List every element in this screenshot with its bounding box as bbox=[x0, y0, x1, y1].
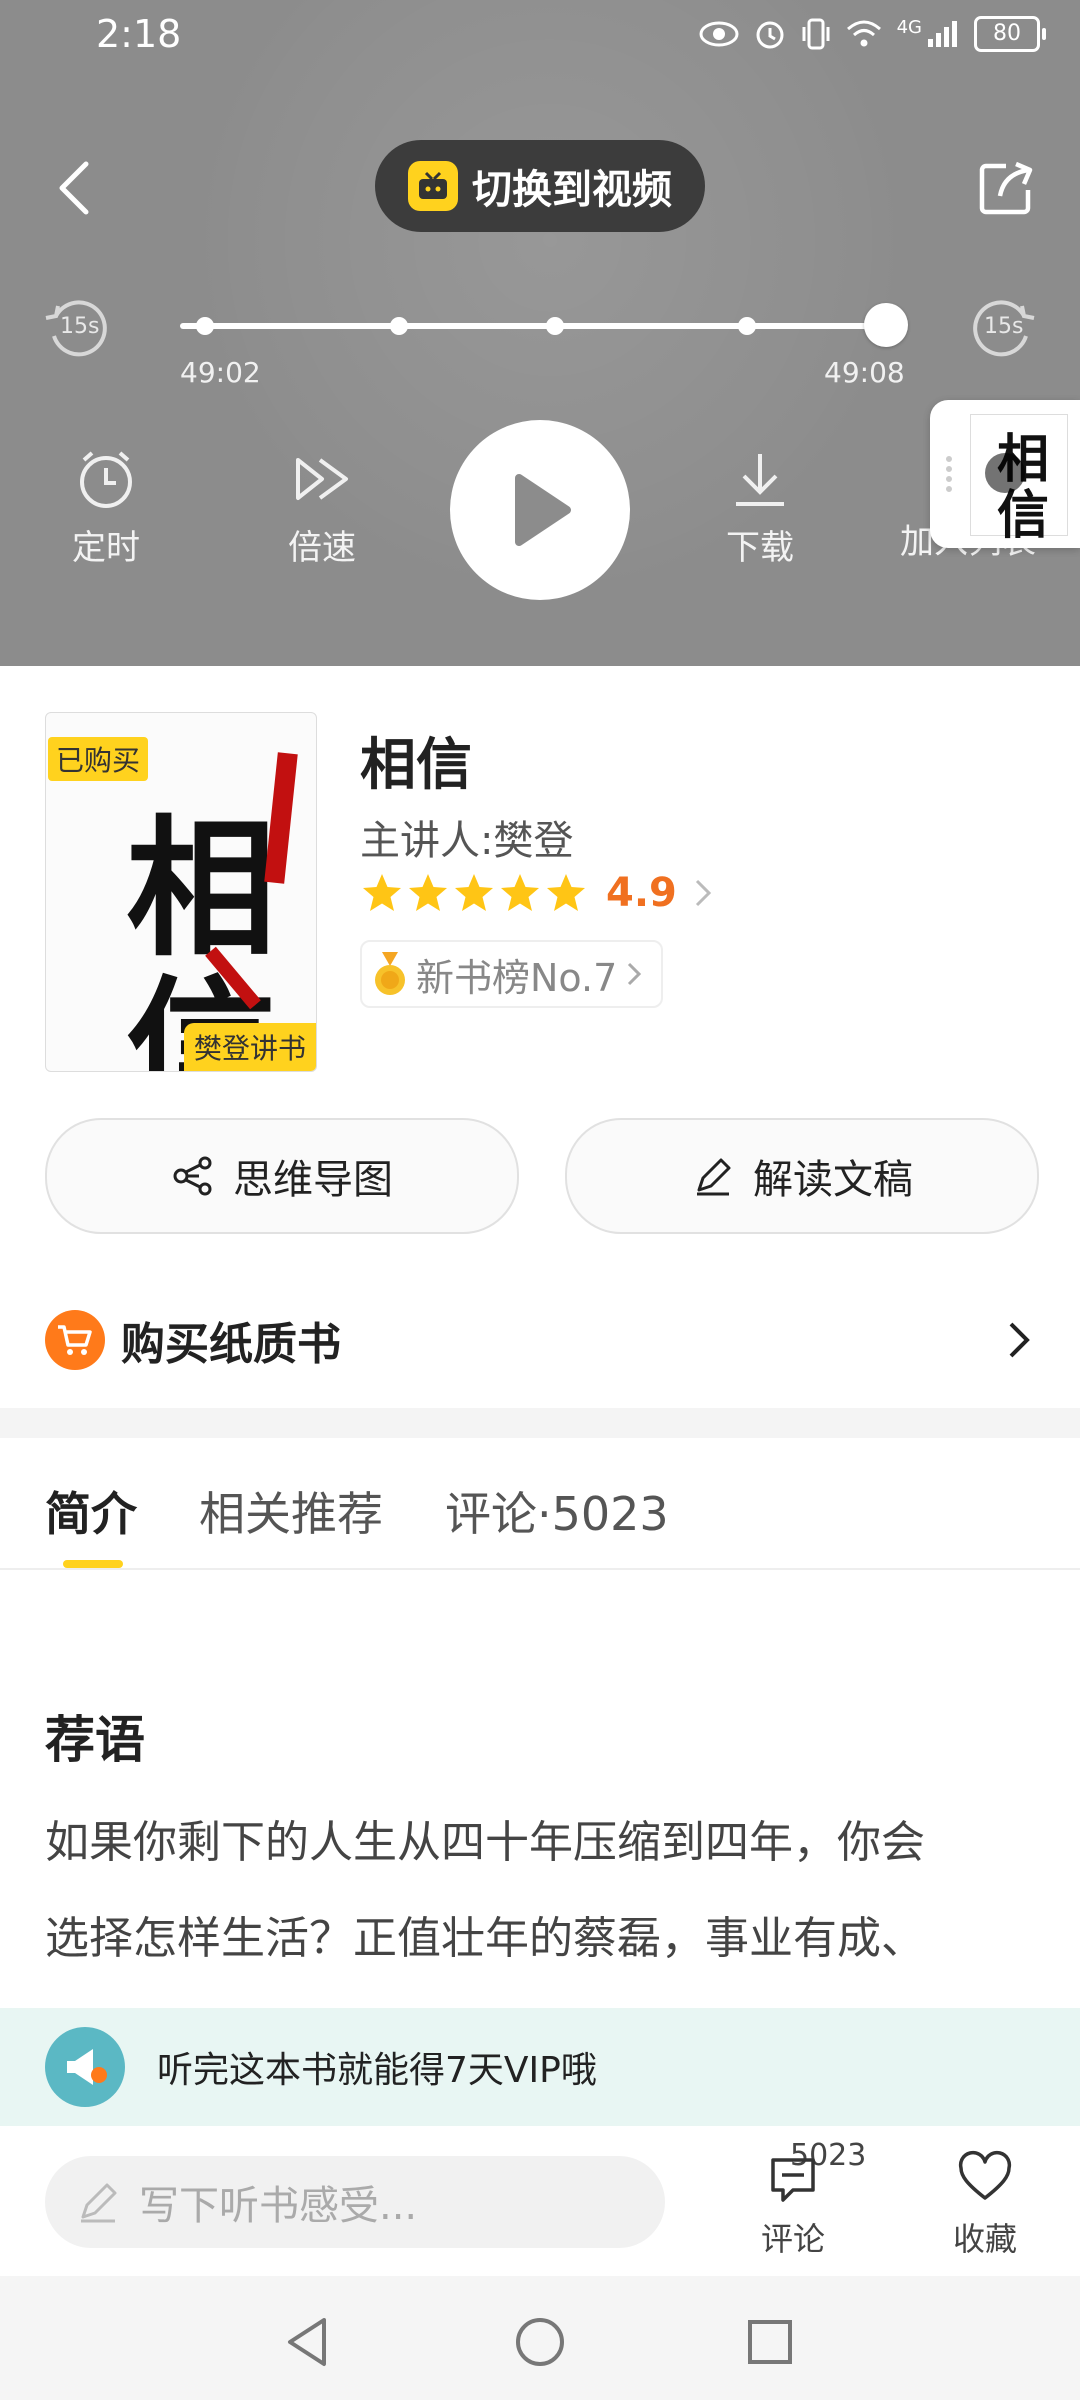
favorite-label: 收藏 bbox=[952, 2220, 1017, 2258]
play-icon bbox=[515, 474, 571, 546]
rating-row[interactable]: 4.9 bbox=[360, 870, 715, 916]
nav-back-icon[interactable] bbox=[284, 2316, 332, 2368]
vip-text: 听完这本书就能得7天VIP哦 bbox=[157, 2050, 597, 2091]
vibrate-icon bbox=[802, 18, 830, 50]
timer-button[interactable]: 定时 bbox=[36, 448, 176, 569]
alarm-clock-icon bbox=[80, 451, 132, 508]
download-button[interactable]: 下载 bbox=[690, 448, 830, 569]
back-icon[interactable] bbox=[54, 160, 94, 216]
wifi-icon bbox=[846, 20, 881, 47]
author-tag: 樊登讲书 bbox=[183, 1023, 316, 1071]
share-icon[interactable] bbox=[976, 158, 1036, 218]
progress-knob[interactable] bbox=[863, 303, 908, 347]
buy-paper-label: 购买纸质书 bbox=[121, 1319, 341, 1370]
transcript-button[interactable]: 解读文稿 bbox=[565, 1118, 1039, 1234]
alarm-icon bbox=[756, 21, 784, 49]
elapsed-time: 49:02 bbox=[180, 356, 261, 389]
mind-map-button[interactable]: 思维导图 bbox=[45, 1118, 519, 1234]
rating-value: 4.9 bbox=[606, 870, 677, 916]
favorite-button[interactable]: 收藏 bbox=[925, 2150, 1045, 2260]
tab-underline-divider bbox=[0, 1568, 1080, 1570]
switch-to-video-label: 切换到视频 bbox=[472, 167, 672, 213]
medal-icon bbox=[375, 952, 405, 995]
tab-recommendations[interactable]: 相关推荐 bbox=[199, 1478, 383, 1544]
mini-player[interactable]: 相 信 bbox=[930, 400, 1080, 548]
tab-comments[interactable]: 评论·5023 bbox=[445, 1478, 669, 1544]
progress-track[interactable] bbox=[180, 303, 908, 347]
book-speaker: 主讲人:樊登 bbox=[360, 818, 574, 864]
section-divider bbox=[0, 1408, 1080, 1438]
nav-recents-icon[interactable] bbox=[746, 2318, 794, 2366]
download-label: 下载 bbox=[726, 528, 794, 568]
cart-icon bbox=[45, 1310, 105, 1370]
status-icons: 4G 80 bbox=[699, 16, 1046, 52]
mind-map-label: 思维导图 bbox=[233, 1157, 393, 1203]
recommendation-title: 荐语 bbox=[45, 1711, 145, 1769]
chevron-right-icon bbox=[628, 962, 642, 986]
speed-label: 倍速 bbox=[288, 528, 356, 568]
rank-label: 新书榜No.7 bbox=[416, 955, 618, 1000]
timer-label: 定时 bbox=[72, 528, 140, 568]
network-type: 4G bbox=[896, 16, 922, 38]
heart-icon bbox=[958, 2150, 1012, 2200]
signal-icon bbox=[928, 21, 957, 47]
mini-cover: 相 信 bbox=[970, 414, 1068, 546]
battery-icon: 80 bbox=[974, 16, 1046, 52]
bought-tag: 已购买 bbox=[48, 737, 149, 781]
play-button[interactable] bbox=[450, 420, 630, 600]
drag-handle-icon[interactable] bbox=[946, 456, 958, 492]
comment-label: 评论 bbox=[760, 2220, 825, 2258]
chapter-marker bbox=[738, 317, 756, 335]
star-icon bbox=[363, 874, 401, 911]
download-icon bbox=[736, 454, 784, 506]
star-icon bbox=[501, 874, 539, 911]
buy-paper-book-row[interactable]: 购买纸质书 bbox=[45, 1306, 1035, 1374]
player-panel: 2:18 4G 80 切换到视频 15s 49:02 49:08 15s 定时 … bbox=[0, 0, 1080, 666]
rewind-label: 15s bbox=[60, 314, 100, 339]
chevron-right-icon bbox=[1009, 1322, 1030, 1358]
total-time: 49:08 bbox=[824, 356, 905, 389]
comment-placeholder: 写下听书感受... bbox=[139, 2183, 418, 2229]
star-rating bbox=[360, 872, 588, 914]
recommendation-line: 如果你剩下的人生从四十年压缩到四年，你会 bbox=[45, 1817, 925, 1868]
eye-icon bbox=[699, 21, 739, 47]
pencil-icon bbox=[81, 2183, 117, 2223]
forward-15-button[interactable]: 15s bbox=[970, 296, 1040, 360]
star-icon bbox=[547, 874, 585, 911]
status-time: 2:18 bbox=[96, 12, 182, 56]
comment-button[interactable]: 评论 bbox=[733, 2150, 853, 2260]
mind-map-icon bbox=[173, 1156, 212, 1196]
tv-icon bbox=[408, 161, 458, 211]
star-icon bbox=[409, 874, 447, 911]
chapter-marker bbox=[390, 317, 408, 335]
forward-label: 15s bbox=[984, 314, 1024, 339]
megaphone-icon bbox=[45, 2027, 125, 2107]
tab-bar: 简介 相关推荐 评论·5023 bbox=[45, 1478, 669, 1568]
pen-icon bbox=[697, 1158, 731, 1196]
system-nav-bar bbox=[0, 2276, 1080, 2400]
vip-banner[interactable]: 听完这本书就能得7天VIP哦 bbox=[0, 2008, 1080, 2126]
comment-input[interactable]: 写下听书感受... bbox=[45, 2156, 665, 2248]
tab-intro[interactable]: 简介 bbox=[45, 1478, 137, 1568]
book-title: 相信 bbox=[360, 733, 472, 798]
speed-button[interactable]: 倍速 bbox=[252, 448, 392, 569]
chapter-marker bbox=[546, 317, 564, 335]
nav-home-icon[interactable] bbox=[514, 2316, 566, 2368]
rank-badge[interactable]: 新书榜No.7 bbox=[360, 940, 664, 1008]
chevron-right-icon bbox=[695, 879, 711, 907]
book-cover[interactable]: 相 信 已购买 樊登讲书 bbox=[45, 712, 317, 1072]
recommendation-line: 选择怎样生活？正值壮年的蔡磊，事业有成、 bbox=[45, 1913, 925, 1964]
transcript-label: 解读文稿 bbox=[753, 1157, 913, 1203]
chapter-marker bbox=[196, 317, 214, 335]
rewind-15-button[interactable]: 15s bbox=[40, 296, 110, 360]
fast-forward-icon bbox=[296, 458, 348, 500]
switch-to-video-button[interactable]: 切换到视频 bbox=[375, 140, 705, 232]
star-icon bbox=[455, 874, 493, 911]
comment-icon bbox=[771, 2158, 815, 2202]
pause-overlay-icon bbox=[985, 453, 1025, 493]
